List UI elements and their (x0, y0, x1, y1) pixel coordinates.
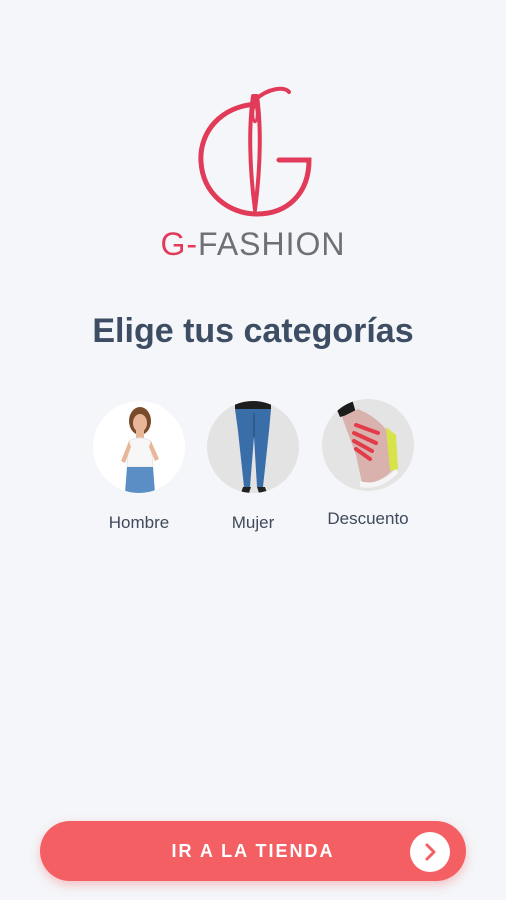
sneaker-photo-icon (334, 399, 398, 488)
category-selection-screen: { "brand": { "prefix": "G", "separator":… (0, 0, 506, 900)
go-to-store-button[interactable]: IR A LA TIENDA (40, 821, 466, 881)
brand-prefix: G (160, 226, 187, 262)
woman-white-top-jeans-photo-icon (121, 407, 159, 493)
category-label-descuento: Descuento (327, 509, 409, 528)
page-title: Elige tus categorías (92, 312, 414, 350)
category-label-mujer: Mujer (231, 513, 275, 532)
brand-wordmark: G-FASHION (0, 226, 506, 263)
category-item-mujer[interactable]: Mujer (193, 401, 313, 533)
blue-jeans-legs-photo-icon (235, 401, 271, 493)
brand-separator: - (186, 226, 199, 262)
category-label-hombre: Hombre (108, 513, 170, 532)
category-item-hombre[interactable]: Hombre (79, 401, 199, 533)
category-item-descuento[interactable]: Descuento (308, 399, 428, 529)
needle-g-logo-icon (198, 86, 312, 217)
brand-logo: G-FASHION (0, 84, 506, 264)
category-image-hombre[interactable] (93, 401, 185, 493)
chevron-right-icon[interactable] (410, 832, 450, 872)
go-to-store-label: IR A LA TIENDA (171, 841, 335, 861)
category-image-mujer[interactable] (207, 401, 299, 493)
brand-name: FASHION (198, 226, 346, 262)
chevron-right-glyph (425, 843, 436, 861)
category-image-descuento[interactable] (322, 399, 414, 491)
